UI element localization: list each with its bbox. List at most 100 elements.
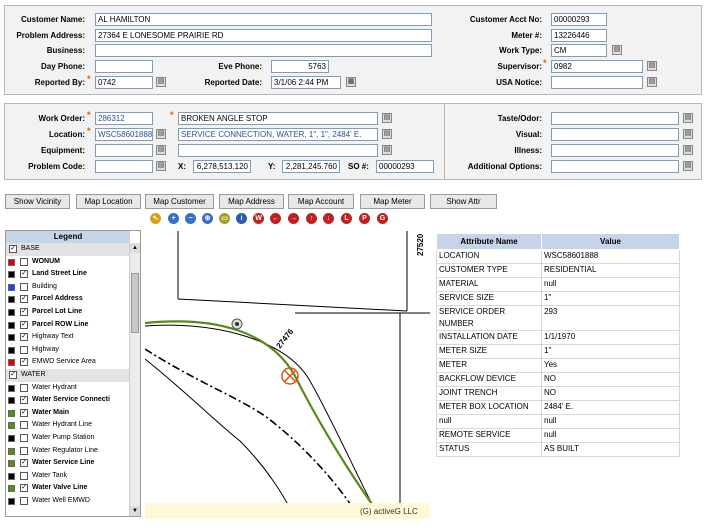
legend-item[interactable]: Water Pump Station <box>6 432 140 445</box>
legend-item[interactable]: ✓ Water Valve Line <box>6 482 140 495</box>
customer-acct-field[interactable]: 00000293 <box>551 13 607 26</box>
taste-odor-field[interactable] <box>551 112 679 125</box>
layer-checkbox[interactable]: ✓ <box>20 320 28 329</box>
legend-item[interactable]: ✓ Water Service Line <box>6 457 140 470</box>
work-type-field[interactable]: CM <box>551 44 607 57</box>
calendar-icon[interactable]: ▦ <box>346 77 356 87</box>
notes-icon[interactable]: ▤ <box>382 129 392 139</box>
pan-left-icon[interactable]: ← <box>270 213 281 224</box>
legend-item[interactable]: Water Tank <box>6 470 140 483</box>
scroll-up-icon[interactable]: ▲ <box>130 243 140 253</box>
show-vicinity-button[interactable]: Show Vicinity <box>5 194 70 209</box>
layer-checkbox[interactable]: ✓ <box>20 270 28 279</box>
problem-address-field[interactable]: 27364 E LONESOME PRAIRIE RD <box>95 29 432 42</box>
legend-item[interactable]: ✓ EMWD Service Area <box>6 356 140 369</box>
map-account-button[interactable]: Map Account <box>288 194 354 209</box>
equipment-field[interactable] <box>95 144 153 157</box>
label-icon[interactable]: L <box>341 213 352 224</box>
lookup-icon[interactable]: ▤ <box>612 45 622 55</box>
usa-notice-field[interactable] <box>551 76 643 89</box>
layer-checkbox[interactable]: ✓ <box>20 307 28 316</box>
legend-item[interactable]: Highway <box>6 344 140 357</box>
lookup-icon[interactable]: ▤ <box>156 77 166 87</box>
equipment-description-field[interactable] <box>178 144 378 157</box>
legend-item[interactable]: ✓ Parcel ROW Line <box>6 319 140 332</box>
group-checkbox[interactable]: ✓ <box>9 370 17 379</box>
layer-checkbox[interactable] <box>20 446 28 455</box>
lookup-icon[interactable]: ▤ <box>156 129 166 139</box>
zoom-out-icon[interactable]: − <box>185 213 196 224</box>
legend-scrollbar[interactable]: ▲ ▼ <box>129 243 140 516</box>
x-coordinate-field[interactable]: 6,278,513.120 <box>193 160 251 173</box>
legend-item[interactable]: Water Well EMWD <box>6 495 140 508</box>
scroll-thumb[interactable] <box>131 273 139 333</box>
map-location-button[interactable]: Map Location <box>76 194 141 209</box>
customer-name-field[interactable]: AL HAMILTON <box>95 13 432 26</box>
lookup-icon[interactable]: ▤ <box>647 77 657 87</box>
layer-checkbox[interactable]: ✓ <box>20 358 28 367</box>
ruler-icon[interactable]: ▭ <box>219 213 230 224</box>
business-field[interactable] <box>95 44 432 57</box>
layer-checkbox[interactable]: ✓ <box>20 396 28 405</box>
web-icon[interactable]: W <box>253 213 264 224</box>
additional-options-field[interactable] <box>551 160 679 173</box>
map-meter-button[interactable]: Map Meter <box>360 194 425 209</box>
pan-down-icon[interactable]: ↓ <box>323 213 334 224</box>
supervisor-field[interactable]: 0982 <box>551 60 643 73</box>
lookup-icon[interactable]: ▤ <box>156 145 166 155</box>
day-phone-field[interactable] <box>95 60 153 73</box>
location-description-field[interactable]: SERVICE CONNECTION, WATER, 1", 1", 2484'… <box>178 128 378 141</box>
go-icon[interactable]: G <box>377 213 388 224</box>
legend-group[interactable]: ✓ BASE <box>6 243 140 256</box>
layer-checkbox[interactable]: ✓ <box>20 333 28 342</box>
legend-item[interactable]: ✓ Water Service Connecti <box>6 394 140 407</box>
layer-checkbox[interactable]: ✓ <box>20 459 28 468</box>
location-field[interactable]: WSC58601888 <box>95 128 153 141</box>
legend-item[interactable]: Water Hydrant Line <box>6 419 140 432</box>
lookup-icon[interactable]: ▤ <box>683 129 693 139</box>
lookup-icon[interactable]: ▤ <box>683 113 693 123</box>
zoom-in-icon[interactable]: + <box>168 213 179 224</box>
layer-checkbox[interactable] <box>20 383 28 392</box>
legend-group[interactable]: ✓ WATER <box>6 368 140 382</box>
layer-checkbox[interactable]: ✓ <box>20 408 28 417</box>
layer-checkbox[interactable]: ✓ <box>20 295 28 304</box>
layer-checkbox[interactable] <box>20 282 28 291</box>
layer-checkbox[interactable]: ✓ <box>20 484 28 493</box>
scroll-down-icon[interactable]: ▼ <box>130 506 140 516</box>
reported-date-field[interactable]: 3/1/06 2:44 PM <box>271 76 341 89</box>
legend-item[interactable]: ✓ Parcel Lot Line <box>6 306 140 319</box>
work-order-field[interactable]: 286312 <box>95 112 153 125</box>
layer-checkbox[interactable] <box>20 421 28 430</box>
pan-right-icon[interactable]: → <box>288 213 299 224</box>
legend-item[interactable]: Water Hydrant <box>6 382 140 395</box>
legend-item[interactable]: ✓ Water Main <box>6 407 140 420</box>
print-icon[interactable]: P <box>359 213 370 224</box>
lookup-icon[interactable]: ▤ <box>683 161 693 171</box>
map-address-button[interactable]: Map Address <box>219 194 284 209</box>
reported-by-field[interactable]: 0742 <box>95 76 153 89</box>
lookup-icon[interactable]: ▤ <box>156 161 166 171</box>
legend-item[interactable]: Building <box>6 281 140 294</box>
notes-icon[interactable]: ▤ <box>382 113 392 123</box>
show-attr-button[interactable]: Show Attr <box>430 194 497 209</box>
layer-checkbox[interactable] <box>20 471 28 480</box>
legend-item[interactable]: ✓ Highway Text <box>6 331 140 344</box>
problem-code-field[interactable] <box>95 160 153 173</box>
eve-phone-field[interactable]: 5763 <box>271 60 329 73</box>
y-coordinate-field[interactable]: 2,281,245.760 <box>282 160 340 173</box>
map-view[interactable]: 27520 27476 (G) activeG LLC <box>145 231 430 519</box>
group-checkbox[interactable]: ✓ <box>9 245 17 253</box>
layer-checkbox[interactable] <box>20 345 28 354</box>
legend-item[interactable]: ✓ Land Street Line <box>6 268 140 281</box>
map-customer-button[interactable]: Map Customer <box>145 194 214 209</box>
zoom-full-icon[interactable]: ⊕ <box>202 213 213 224</box>
layer-checkbox[interactable] <box>20 433 28 442</box>
lookup-icon[interactable]: ▤ <box>683 145 693 155</box>
info-icon[interactable]: i <box>236 213 247 224</box>
meter-field[interactable]: 13226446 <box>551 29 607 42</box>
lookup-icon[interactable]: ▤ <box>647 61 657 71</box>
description-field[interactable]: BROKEN ANGLE STOP <box>178 112 378 125</box>
legend-item[interactable]: Water Regulator Line <box>6 445 140 458</box>
select-icon[interactable]: ↖ <box>150 213 161 224</box>
